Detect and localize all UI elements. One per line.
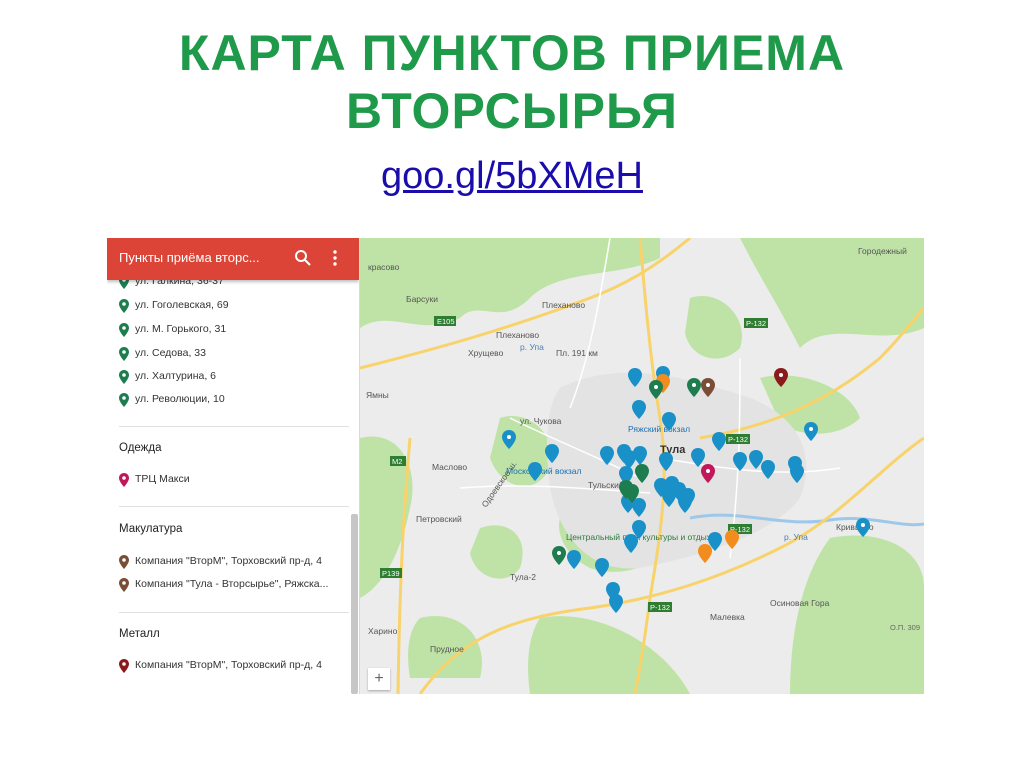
list-item-label: ул. Седова, 33 bbox=[135, 347, 206, 359]
map-label: красово bbox=[368, 262, 400, 272]
map-label: Плеханово bbox=[496, 330, 539, 340]
map-label: Пл. 191 км bbox=[556, 348, 598, 358]
slide-title-line-2: ВТОРСЫРЬЯ bbox=[346, 83, 678, 139]
zoom-in-button[interactable]: + bbox=[368, 668, 390, 690]
map-label: Маслово bbox=[432, 462, 467, 472]
list-item-label: Компания "ВторМ", Торховский пр-д, 4 bbox=[135, 555, 322, 567]
map-label: ул. Чукова bbox=[520, 416, 562, 426]
road-label: P-132 bbox=[728, 435, 748, 444]
list-item-label: Компания "ВторМ", Торховский пр-д, 4 bbox=[135, 659, 322, 671]
road-label: O.П. 309 bbox=[890, 623, 920, 632]
glass-pin-icon bbox=[119, 393, 129, 407]
map-label: Московский вокзал bbox=[506, 466, 582, 476]
slide-title-line-1: КАРТА ПУНКТОВ ПРИЕМА bbox=[178, 25, 846, 81]
road-label: M2 bbox=[392, 457, 402, 466]
list-item-label: ул. Гоголевская, 69 bbox=[135, 299, 229, 311]
road-label: P-132 bbox=[650, 603, 670, 612]
map-marker-blue bbox=[856, 518, 870, 537]
list-item-label: ул. Халтурина, 6 bbox=[135, 370, 217, 382]
map-marker-blue bbox=[567, 550, 581, 569]
map-label: Барсуки bbox=[406, 294, 438, 304]
list-item-label: Компания "Тула - Вторсырье", Ряжска... bbox=[135, 578, 329, 590]
list-item-label: ул. М. Горького, 31 bbox=[135, 323, 227, 335]
category-heading-clothes: Одежда bbox=[119, 442, 162, 454]
paper-pin-icon bbox=[119, 578, 129, 592]
map-marker-orange bbox=[725, 530, 739, 549]
map-label: Городежный bbox=[858, 246, 907, 256]
map-label: Харино bbox=[368, 626, 398, 636]
divider bbox=[119, 612, 349, 613]
map-label: Ямны bbox=[366, 390, 389, 400]
map-label: Тульский bbox=[588, 480, 624, 490]
clothes-pin-icon bbox=[119, 473, 129, 487]
map-label: Осиновая Гора bbox=[770, 598, 830, 608]
metal-pin-icon bbox=[119, 659, 129, 673]
road-label: P-132 bbox=[746, 319, 766, 328]
road-label: P139 bbox=[382, 569, 400, 578]
short-link[interactable]: goo.gl/5bXMeH bbox=[0, 154, 1024, 198]
map-marker-blue bbox=[595, 558, 609, 577]
map-marker-orange bbox=[698, 544, 712, 563]
sidebar-scrollbar[interactable] bbox=[351, 514, 358, 694]
map-label: Плеханово bbox=[542, 300, 585, 310]
map-label: Прудное bbox=[430, 644, 464, 654]
map-marker-blue bbox=[609, 594, 623, 613]
map-marker-green bbox=[552, 546, 566, 565]
glass-pin-icon bbox=[119, 347, 129, 361]
map-canvas: красово Барсуки Плеханово Плеханово Хрущ… bbox=[360, 238, 924, 694]
category-heading-metal: Металл bbox=[119, 628, 160, 640]
list-item-label: ул. Революции, 10 bbox=[135, 393, 225, 405]
map-view[interactable]: красово Барсуки Плеханово Плеханово Хрущ… bbox=[360, 238, 924, 694]
map-label: Тула-2 bbox=[510, 572, 536, 582]
sidebar-header: Пункты приёма вторс... bbox=[107, 238, 359, 280]
slide-title: КАРТА ПУНКТОВ ПРИЕМА ВТОРСЫРЬЯ bbox=[0, 24, 1024, 140]
divider bbox=[119, 506, 349, 507]
more-vert-icon[interactable] bbox=[329, 248, 341, 268]
map-label: Ряжский вокзал bbox=[628, 424, 690, 434]
map-label: Петровский bbox=[416, 514, 462, 524]
category-heading-paper: Макулатура bbox=[119, 523, 183, 535]
search-icon[interactable] bbox=[293, 248, 313, 268]
road-label: E105 bbox=[437, 317, 455, 326]
map-label: Малевка bbox=[710, 612, 745, 622]
map-sidebar: Пункты приёма вторс... ул. Галкина, 36-3… bbox=[107, 238, 360, 694]
paper-pin-icon bbox=[119, 555, 129, 569]
list-item-label: ТРЦ Макси bbox=[135, 473, 190, 485]
map-label: Хрущево bbox=[468, 348, 504, 358]
divider bbox=[119, 426, 349, 427]
map-label: р. Упа bbox=[784, 532, 808, 542]
map-label: р. Упа bbox=[520, 342, 544, 352]
glass-pin-icon bbox=[119, 323, 129, 337]
map-marker-blue bbox=[804, 422, 818, 441]
glass-pin-icon bbox=[119, 299, 129, 313]
glass-pin-icon bbox=[119, 370, 129, 384]
sidebar-title: Пункты приёма вторс... bbox=[119, 250, 260, 265]
